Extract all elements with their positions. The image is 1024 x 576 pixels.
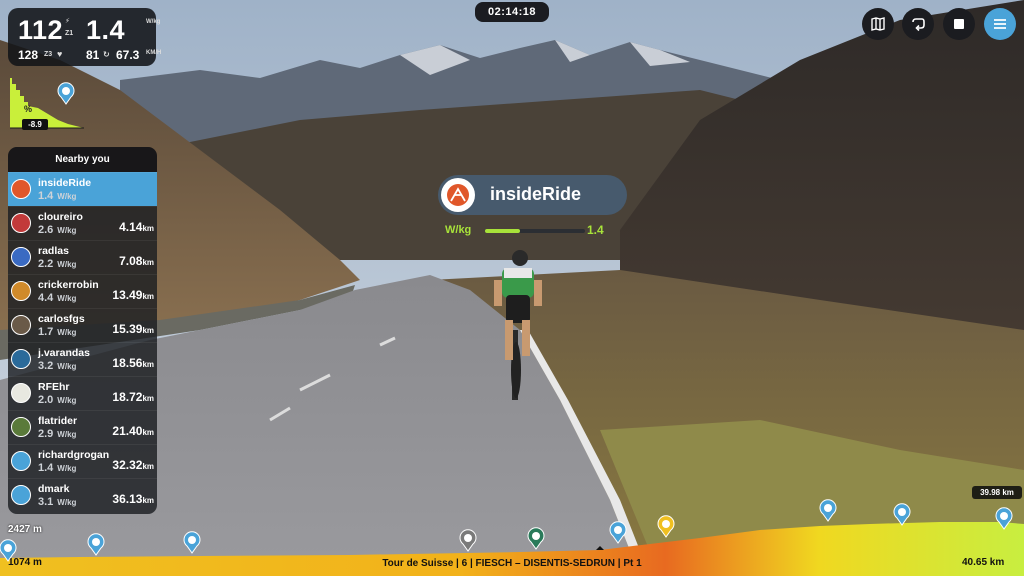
rider-name: flatrider <box>38 415 78 427</box>
rider-wkg: 2.6 W/kg <box>38 224 77 236</box>
ride-stats-panel: 112 ⚡ Z1 1.4 W/kg 128 Z3 ♥ 81 ↻ 67.3 KM/… <box>8 8 162 66</box>
rider-avatar <box>11 247 31 267</box>
rider-avatar <box>11 281 31 301</box>
rider-avatar <box>11 451 31 471</box>
speed-value: 67.3 <box>116 48 140 62</box>
nearby-rider-row[interactable]: j.varandas 3.2 W/kg 18.56km <box>8 342 157 376</box>
rider-avatar-pin-icon[interactable] <box>526 526 546 550</box>
map-button[interactable] <box>862 8 894 40</box>
rider-avatar-pin-icon[interactable] <box>458 528 478 552</box>
rider-wkg: 1.7 W/kg <box>38 326 77 338</box>
rider-name: carlosfgs <box>38 313 85 325</box>
route-total-distance: 40.65 km <box>962 557 1005 568</box>
nearby-rider-row[interactable]: radlas 2.2 W/kg 7.08km <box>8 240 157 274</box>
rider-avatar-pin-icon[interactable] <box>182 530 202 554</box>
wkg-unit: W/kg <box>146 19 161 25</box>
nearby-title: Nearby you <box>8 147 157 172</box>
rider-distance: 13.49km <box>112 288 154 302</box>
rider-name-tag[interactable]: insideRide <box>438 175 627 215</box>
speed-unit: KM/H <box>146 50 162 56</box>
rider-distance: 15.39km <box>112 322 154 336</box>
rider-avatar-pin-icon[interactable] <box>892 502 912 526</box>
rider-tag-wkg-value: 1.4 <box>587 223 604 237</box>
stop-button[interactable] <box>943 8 975 40</box>
rider-avatar <box>11 315 31 335</box>
rider-avatar-pin-icon[interactable] <box>994 506 1014 530</box>
rider-name: RFEhr <box>38 381 70 393</box>
rider-name: dmark <box>38 483 70 495</box>
rider-tag-wkg-bar <box>485 229 585 233</box>
rider-name: j.varandas <box>38 347 90 359</box>
rider-wkg: 2.0 W/kg <box>38 394 77 406</box>
rider-distance: 21.40km <box>112 424 154 438</box>
stop-icon <box>954 19 964 29</box>
nearby-rider-row[interactable]: RFEhr 2.0 W/kg 18.72km <box>8 376 157 410</box>
rider-avatar <box>11 349 31 369</box>
power-zone: Z1 <box>65 30 74 37</box>
rider-avatar-pin-icon <box>57 82 75 105</box>
nearby-rider-row[interactable]: flatrider 2.9 W/kg 21.40km <box>8 410 157 444</box>
route-current-distance: 39.98 km <box>972 486 1022 499</box>
rider-avatar <box>11 213 31 233</box>
rider-avatar-pin-icon[interactable] <box>86 532 106 556</box>
rider-wkg: 1.4 W/kg <box>38 462 77 474</box>
rider-wkg: 2.2 W/kg <box>38 258 77 270</box>
nearby-rider-row[interactable]: carlosfgs 1.7 W/kg 15.39km <box>8 308 157 342</box>
rider-name: insideRide <box>38 177 92 189</box>
rider-distance: 18.56km <box>112 356 154 370</box>
cadence-icon: ↻ <box>103 50 110 59</box>
rider-tag-name: insideRide <box>490 184 582 204</box>
rider-avatar <box>11 179 31 199</box>
power-unit-icon: ⚡ <box>65 18 70 25</box>
rider-wkg: 1.4 W/kg <box>38 190 77 202</box>
rider-distance: 7.08km <box>119 254 154 268</box>
heart-icon: ♥ <box>57 49 63 59</box>
nearby-riders-panel: Nearby you insideRide 1.4 W/kg cloureiro 2.6… <box>8 147 157 514</box>
rider-avatar-pin-icon[interactable] <box>0 538 18 562</box>
rider-name: richardgrogan <box>38 449 110 461</box>
rider-avatar-pin-icon[interactable] <box>656 514 676 538</box>
rider-distance: 4.14km <box>119 220 154 234</box>
elapsed-timer: 02:14:18 <box>475 2 549 22</box>
rider-tag-wkg-label: W/kg <box>445 224 472 236</box>
route-title: Tour de Suisse | 6 | FIESCH – DISENTIS-S… <box>382 558 642 569</box>
rider-name: crickerrobin <box>38 279 99 291</box>
map-icon <box>871 17 885 31</box>
rider-wkg: 4.4 W/kg <box>38 292 77 304</box>
rider-avatar-pin-icon[interactable] <box>818 498 838 522</box>
rider-avatar <box>11 417 31 437</box>
power-value: 112 <box>18 15 64 45</box>
menu-icon <box>994 19 1006 29</box>
loop-icon <box>912 18 925 32</box>
rider-name: cloureiro <box>38 211 83 223</box>
rider-wkg: 3.2 W/kg <box>38 360 77 372</box>
nearby-rider-row[interactable]: crickerrobin 4.4 W/kg 13.49km <box>8 274 157 308</box>
insideride-logo-icon <box>441 178 475 212</box>
menu-button[interactable] <box>984 8 1016 40</box>
heart-rate-value: 128 <box>18 48 39 62</box>
gradient-percent-symbol: % <box>24 104 33 114</box>
loop-button[interactable] <box>902 8 934 40</box>
nearby-rider-row[interactable]: cloureiro 2.6 W/kg 4.14km <box>8 206 157 240</box>
rider-wkg: 2.9 W/kg <box>38 428 77 440</box>
cadence-value: 81 <box>86 48 100 62</box>
gradient-indicator <box>10 78 84 129</box>
rider-distance: 18.72km <box>112 390 154 404</box>
nearby-rider-row[interactable]: insideRide 1.4 W/kg <box>8 172 157 206</box>
rider-tag-wkg: W/kg 1.4 <box>445 223 615 238</box>
rider-avatar <box>11 383 31 403</box>
rider-distance: 32.32km <box>112 458 154 472</box>
gradient-value: -8.9 <box>22 119 48 130</box>
rider-name: radlas <box>38 245 69 257</box>
hr-zone: Z3 <box>44 51 53 58</box>
rider-avatar-pin-icon[interactable] <box>608 520 628 544</box>
wkg-value: 1.4 <box>86 15 126 45</box>
nearby-rider-row[interactable]: richardgrogan 1.4 W/kg 32.32km <box>8 444 157 478</box>
max-elevation: 2427 m <box>8 524 42 535</box>
